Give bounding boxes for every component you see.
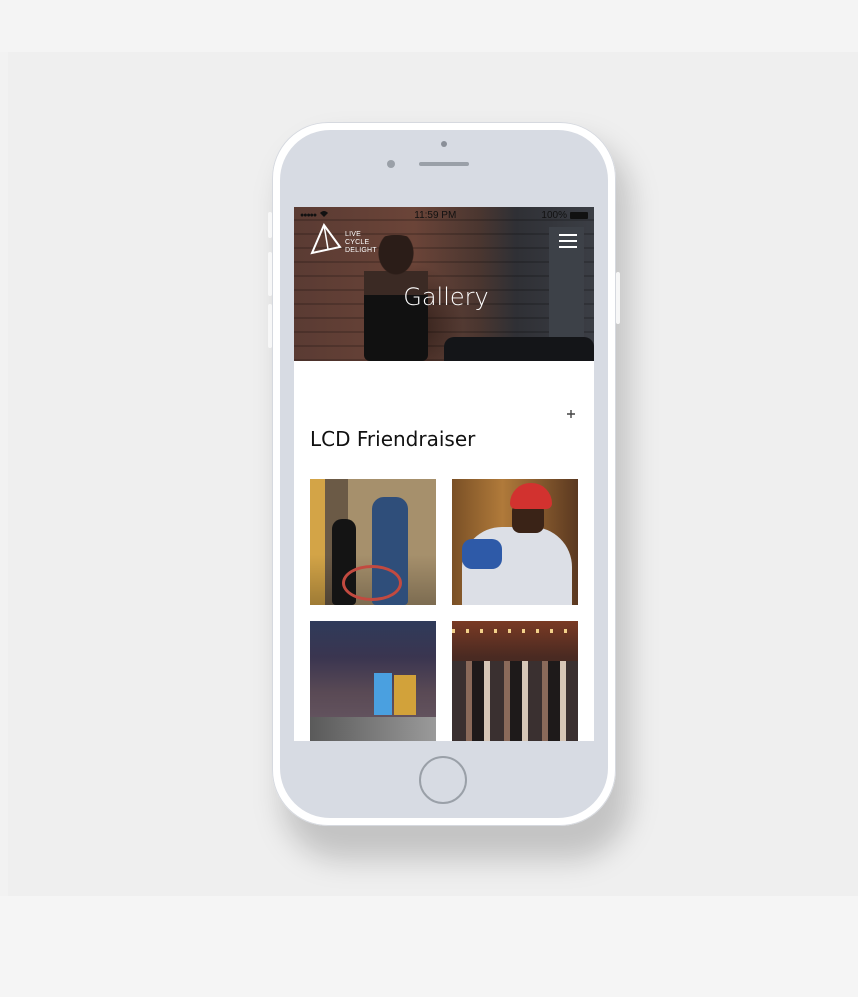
- home-button[interactable]: [419, 756, 467, 804]
- gallery-photo-4[interactable]: [452, 621, 578, 741]
- mute-switch: [268, 212, 272, 238]
- site-logo[interactable]: LIVE CYCLE DELIGHT: [310, 222, 377, 262]
- phone-screen: ●●●●● 11:59 PM 100% LIVE CYCLE DELIGHT G…: [294, 207, 594, 741]
- power-button: [616, 272, 620, 324]
- gallery-photo-1[interactable]: [310, 479, 436, 605]
- gallery-photo-3[interactable]: [310, 621, 436, 741]
- page-title: Gallery: [403, 283, 489, 311]
- plus-icon[interactable]: [567, 405, 575, 418]
- gallery-photo-2[interactable]: [452, 479, 578, 605]
- earpiece-speaker: [419, 162, 469, 166]
- signal-strength-icon: ●●●●●: [300, 211, 317, 219]
- status-bar: ●●●●● 11:59 PM 100%: [294, 207, 594, 223]
- album-title: LCD Friendraiser: [310, 427, 476, 451]
- wifi-icon: [319, 210, 329, 220]
- volume-up-button: [268, 252, 272, 296]
- top-margin: [0, 0, 858, 52]
- hero-bike-silhouette: [444, 337, 594, 361]
- logo-line-3: DELIGHT: [345, 246, 377, 254]
- pyramid-logo-icon: [310, 222, 342, 262]
- hero-banner: ●●●●● 11:59 PM 100% LIVE CYCLE DELIGHT G…: [294, 207, 594, 361]
- status-time: 11:59 PM: [414, 209, 457, 221]
- battery-percent: 100%: [541, 209, 567, 221]
- battery-icon: [570, 211, 588, 219]
- hamburger-menu-icon[interactable]: [559, 234, 577, 248]
- logo-wordmark: LIVE CYCLE DELIGHT: [345, 231, 377, 255]
- proximity-sensor: [441, 141, 447, 147]
- volume-down-button: [268, 304, 272, 348]
- front-camera: [387, 160, 395, 168]
- logo-line-1: LIVE: [345, 230, 361, 238]
- logo-line-2: CYCLE: [345, 238, 370, 246]
- bottom-margin: [0, 896, 858, 997]
